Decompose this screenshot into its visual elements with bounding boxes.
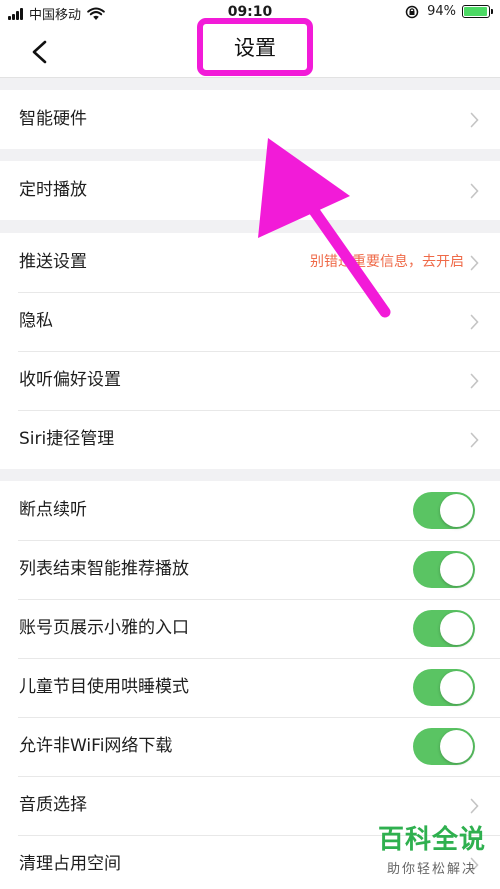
settings-item-label: 断点续听 [19, 500, 87, 520]
toggle-knob [440, 730, 473, 763]
toggle-switch[interactable] [413, 610, 475, 647]
settings-item-label: 允许非WiFi网络下载 [19, 736, 173, 756]
settings-item-push[interactable]: 推送设置 别错过重要信息，去开启 [0, 233, 500, 292]
toggle-switch[interactable] [413, 551, 475, 588]
settings-item-listening-preferences[interactable]: 收听偏好设置 [0, 351, 500, 410]
settings-item-label: 收听偏好设置 [19, 370, 121, 390]
toggle-knob [440, 671, 473, 704]
rotation-lock-icon [405, 5, 419, 18]
watermark-subtitle: 助你轻松解决 [386, 862, 477, 877]
toggle-knob [440, 494, 473, 527]
nav-bar: 设置 [0, 18, 500, 78]
toggle-knob [440, 553, 473, 586]
chevron-right-icon [470, 255, 479, 271]
settings-item-privacy[interactable]: 隐私 [0, 292, 500, 351]
settings-item-smart-recommend: 列表结束智能推荐播放 [0, 540, 500, 599]
settings-item-label: 账号页展示小雅的入口 [19, 618, 189, 638]
watermark-logo: 百科全说 助你轻松解决 [378, 819, 486, 877]
chevron-left-icon[interactable] [28, 39, 50, 65]
settings-item-siri-shortcuts[interactable]: Siri捷径管理 [0, 410, 500, 469]
title-highlight-box: 设置 [197, 18, 313, 76]
settings-item-label: 隐私 [19, 311, 53, 331]
settings-item-label: 清理占用空间 [19, 854, 121, 874]
toggle-switch[interactable] [413, 669, 475, 706]
battery-percent: 94% [427, 4, 456, 19]
chevron-right-icon [470, 314, 479, 330]
settings-item-label: 儿童节目使用哄睡模式 [19, 677, 189, 697]
status-right: 94% [405, 4, 493, 19]
settings-item-label: 定时播放 [19, 180, 87, 200]
chevron-right-icon [470, 798, 479, 814]
chevron-right-icon [470, 112, 479, 128]
push-hint-text: 别错过重要信息，去开启 [310, 254, 464, 270]
battery-icon [462, 5, 493, 18]
chevron-right-icon [470, 373, 479, 389]
toggle-switch[interactable] [413, 728, 475, 765]
settings-item-timer[interactable]: 定时播放 [0, 161, 500, 220]
settings-group-hardware: 智能硬件 [0, 90, 500, 149]
settings-item-resume-playback: 断点续听 [0, 481, 500, 540]
settings-group-timer: 定时播放 [0, 161, 500, 220]
settings-item-cellular-download: 允许非WiFi网络下载 [0, 717, 500, 776]
settings-item-label: 列表结束智能推荐播放 [19, 559, 189, 579]
toggle-switch[interactable] [413, 492, 475, 529]
chevron-right-icon [470, 432, 479, 448]
settings-item-label: 音质选择 [19, 795, 87, 815]
settings-item-label: Siri捷径管理 [19, 429, 115, 449]
chevron-right-icon [470, 183, 479, 199]
settings-item-smart-hardware[interactable]: 智能硬件 [0, 90, 500, 149]
settings-item-label: 推送设置 [19, 252, 87, 272]
toggle-knob [440, 612, 473, 645]
settings-item-kids-sleep-mode: 儿童节目使用哄睡模式 [0, 658, 500, 717]
settings-group-general: 推送设置 别错过重要信息，去开启 隐私 收听偏好设置 Siri捷径管理 [0, 233, 500, 469]
page-title: 设置 [234, 36, 276, 60]
settings-item-label: 智能硬件 [19, 109, 87, 129]
watermark-title: 百科全说 [377, 825, 486, 855]
settings-item-xiaoya-entry: 账号页展示小雅的入口 [0, 599, 500, 658]
